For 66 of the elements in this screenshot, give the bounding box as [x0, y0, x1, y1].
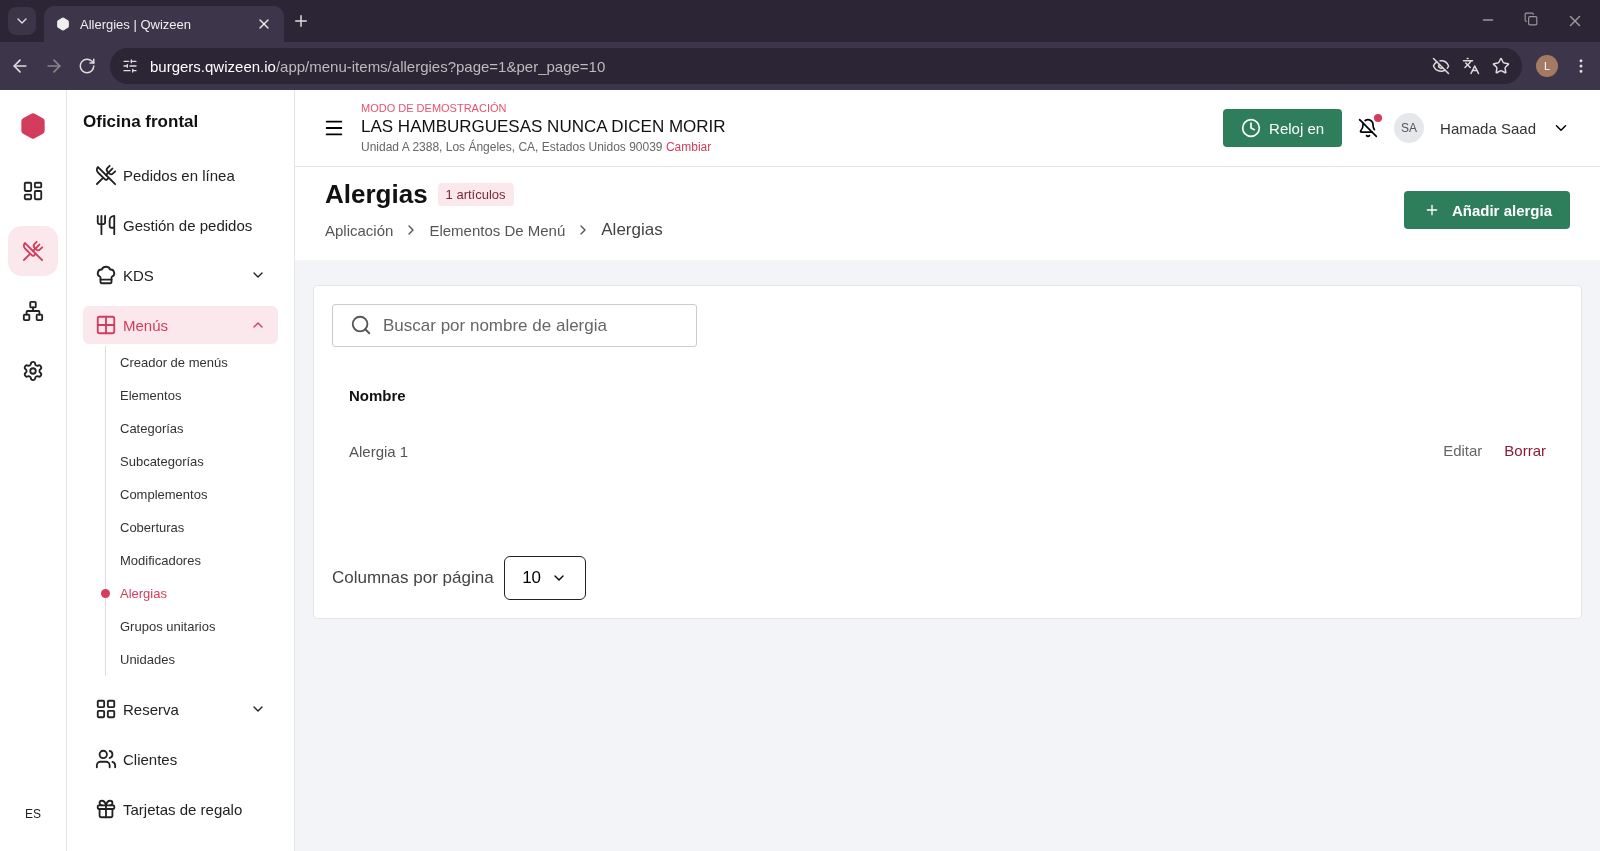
change-link[interactable]: Cambiar: [665, 140, 712, 154]
reload-icon[interactable]: [78, 57, 96, 75]
browser-tab[interactable]: Allergies | Qwizeen: [44, 6, 284, 42]
translate-icon[interactable]: [1462, 57, 1480, 75]
rows-per-page-select[interactable]: 10: [503, 556, 586, 600]
breadcrumb-link[interactable]: Aplicación: [325, 221, 394, 239]
column-header: Nombre: [348, 386, 407, 406]
cutlery-icon: [22, 240, 44, 262]
active-dot: [101, 589, 110, 598]
hierarchy-icon: [22, 300, 44, 322]
user-name[interactable]: Hamada Saad: [1440, 119, 1536, 137]
table-icon: [95, 698, 117, 720]
submenu-item[interactable]: Categorías: [100, 412, 278, 445]
restore-icon[interactable]: [1524, 12, 1538, 26]
item-count-badge: 1 artículos: [437, 183, 514, 206]
cutlery-icon: [95, 164, 117, 186]
logo-icon: [19, 112, 47, 140]
breadcrumb-link[interactable]: Alergias: [601, 220, 663, 240]
profile-avatar[interactable]: L: [1536, 55, 1558, 77]
submenu-item[interactable]: Creador de menús: [100, 346, 278, 379]
user-avatar[interactable]: SA: [1394, 113, 1425, 143]
address-field[interactable]: burgers.qwizeen.io/app/menu-items/allergies?page=1&per_page=10: [110, 48, 1522, 84]
grid-icon: [95, 314, 117, 336]
fork-knife-icon: [95, 214, 117, 236]
submenu-item[interactable]: Grupos unitarios: [100, 610, 278, 643]
nav-item[interactable]: Pedidos en línea: [83, 156, 278, 194]
star-icon[interactable]: [1492, 57, 1510, 75]
delete-link[interactable]: Borrar: [1504, 442, 1546, 459]
settings-icon: [22, 360, 44, 382]
submenu-item[interactable]: Modificadores: [100, 544, 278, 577]
clock-icon: [1241, 118, 1262, 138]
tab-list-button[interactable]: [8, 7, 36, 35]
breadcrumb-link[interactable]: Elementos De Menú: [429, 221, 566, 239]
nav-item[interactable]: Gestión de pedidos: [83, 206, 278, 244]
submenu-item[interactable]: Elementos: [100, 379, 278, 412]
table-cell-text: Alergia 1: [348, 441, 410, 462]
submenu-item[interactable]: Coberturas: [100, 511, 278, 544]
search-icon: [350, 314, 372, 336]
submenu-item[interactable]: Subcategorías: [100, 445, 278, 478]
demo-mode-label: MODO DE DEMOSTRACIÓN: [361, 102, 508, 114]
gift-icon: [95, 798, 117, 820]
language-code: ES: [24, 806, 42, 823]
nav-item[interactable]: Reserva: [83, 690, 278, 728]
nav-item[interactable]: Tarjetas de regalo: [83, 790, 278, 828]
site-settings-icon[interactable]: [122, 58, 138, 74]
sidebar-title: Oficina frontal: [83, 112, 200, 132]
restaurant-address: Unidad A 2388, Los Ángeles, CA, Estados Unidos 90039 Cambiar: [361, 140, 713, 154]
add-allergy-button[interactable]: Añadir alergia: [1403, 191, 1570, 229]
page-title: Alergias: [325, 179, 428, 210]
rows-per-page-label: Columnas por página: [332, 568, 494, 588]
restaurant-name: LAS HAMBURGUESAS NUNCA DICEN MORIR: [361, 117, 727, 137]
users-icon: [95, 748, 117, 770]
submenu-item[interactable]: Alergias: [100, 577, 278, 610]
edit-link[interactable]: Editar: [1443, 442, 1483, 459]
new-tab-icon[interactable]: [292, 12, 310, 30]
submenu-item[interactable]: Complementos: [100, 478, 278, 511]
eye-off-icon[interactable]: [1432, 57, 1450, 75]
dashboard-icon: [22, 180, 44, 202]
clock-in-button[interactable]: Reloj en: [1223, 109, 1343, 147]
site-favicon-icon: [56, 17, 70, 31]
nav-item[interactable]: Clientes: [83, 740, 278, 778]
submenu-item[interactable]: Unidades: [100, 643, 278, 676]
nav-item[interactable]: Menús: [83, 306, 278, 344]
chef-hat-icon: [95, 264, 117, 286]
search-field[interactable]: Buscar por nombre de alergia: [332, 304, 697, 347]
nav-item[interactable]: KDS: [83, 256, 278, 294]
